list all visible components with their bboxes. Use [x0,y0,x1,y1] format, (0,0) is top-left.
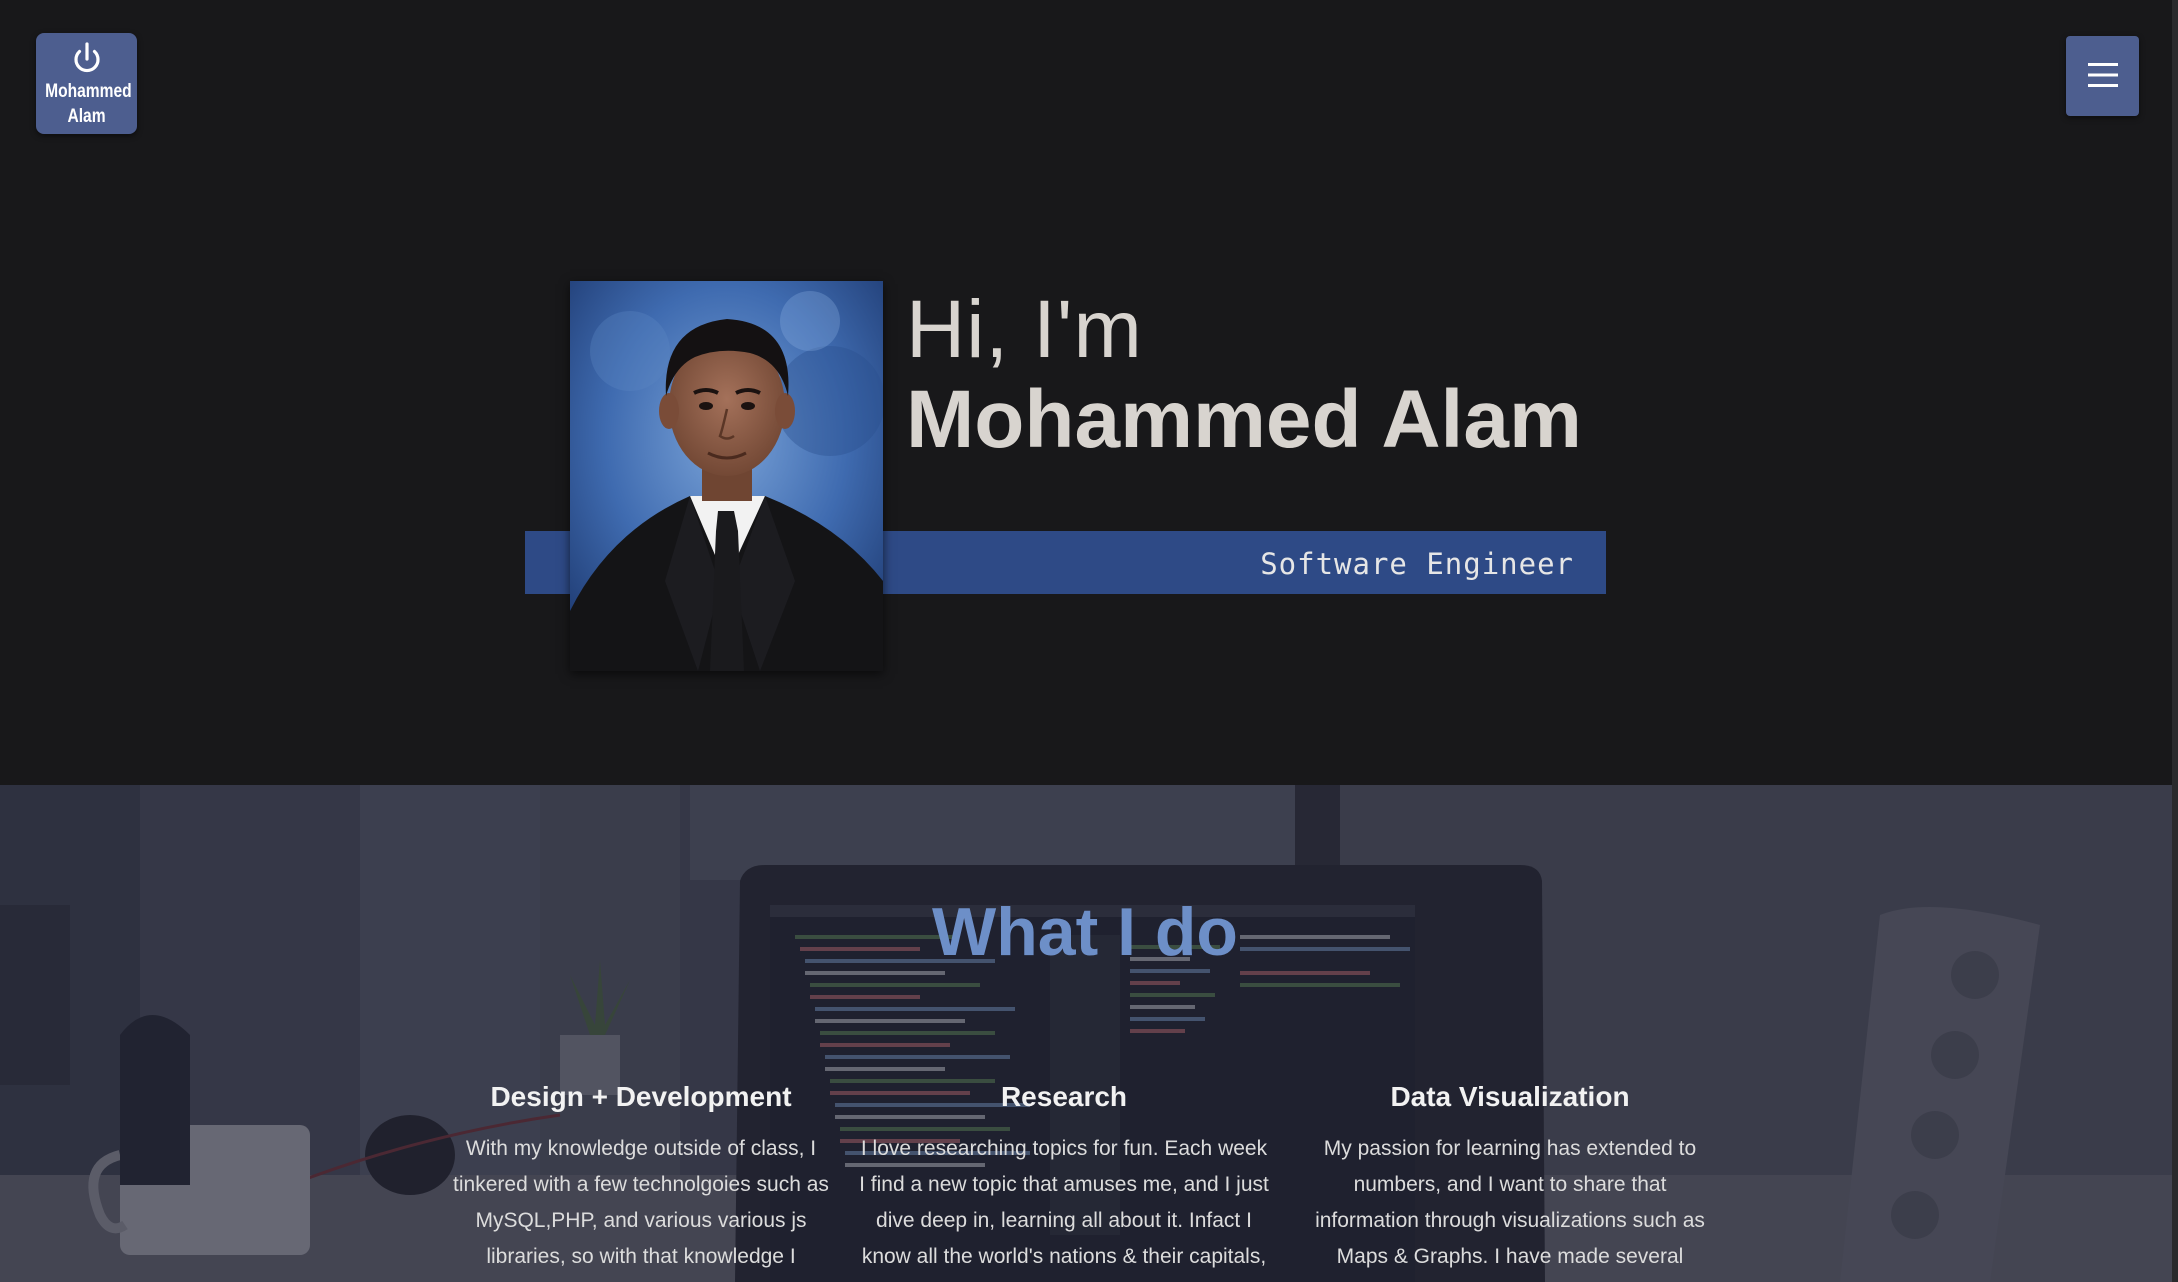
hero-section: Mohammed Alam Software Engineer Hi, I'm … [0,0,2178,785]
section-title: What I do [932,894,1238,970]
service-title: Research [1000,1081,1128,1112]
logo-text: Mohammed Alam [45,81,132,127]
home-logo-button[interactable]: Mohammed Alam [36,33,137,134]
profile-photo-illustration [570,281,883,671]
what-i-do-section: What I do Design + Development With my k… [0,785,2172,1282]
page: Mohammed Alam Software Engineer Hi, I'm … [0,0,2178,1282]
service-description: I love researching topics for fun. Each … [859,1137,1269,1268]
service-title: Design + Development [490,1081,792,1112]
role-text: Software Engineer [1260,547,1574,581]
service-card-research: Research I love researching topics for f… [856,1080,1272,1275]
service-title: Data Visualization [1390,1081,1630,1112]
service-card-data-visualization: Data Visualization My passion for learni… [1310,1080,1710,1282]
hero-name: Mohammed Alam [906,374,1582,465]
profile-photo [570,281,883,671]
service-card-design-development: Design + Development With my knowledge o… [441,1080,841,1275]
power-icon [73,42,100,73]
page-scrollbar[interactable] [2172,0,2178,1282]
service-description: With my knowledge outside of class, I ti… [453,1137,829,1268]
menu-button[interactable] [2066,36,2139,116]
service-description: My passion for learning has extended to … [1315,1137,1705,1282]
hamburger-icon [2087,63,2118,87]
hero-greeting: Hi, I'm [906,284,1143,375]
